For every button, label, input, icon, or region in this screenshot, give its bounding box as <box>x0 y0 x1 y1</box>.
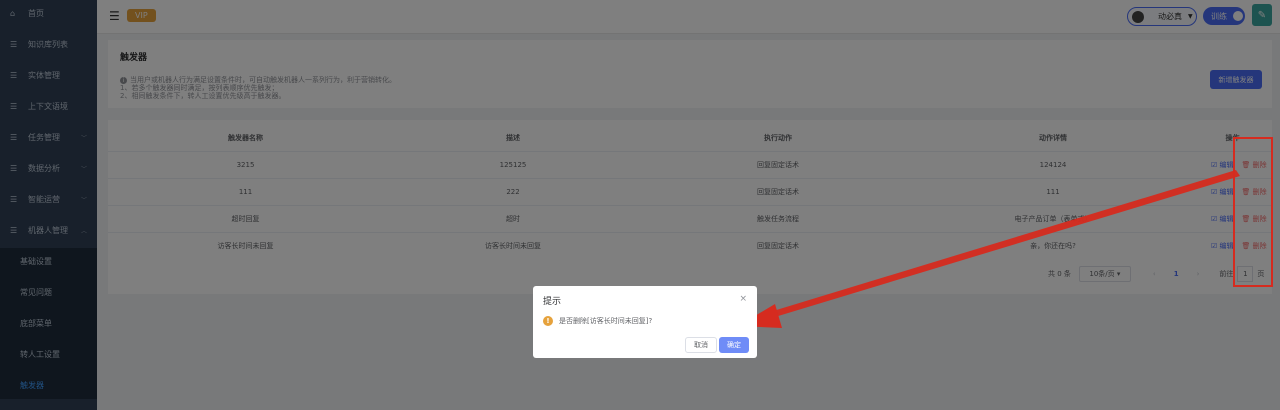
close-icon[interactable]: × <box>739 294 747 304</box>
confirm-dialog: 提示 × ! 是否删除[访客长时间未回复]? 取消 确定 <box>533 286 757 358</box>
dialog-message: 是否删除[访客长时间未回复]? <box>559 317 653 325</box>
warning-icon: ! <box>543 316 553 326</box>
annotation-arrow-shaft <box>760 170 1240 320</box>
dialog-title: 提示 <box>543 297 562 307</box>
cancel-button[interactable]: 取消 <box>685 337 717 353</box>
confirm-button[interactable]: 确定 <box>719 337 749 353</box>
dialog-body: ! 是否删除[访客长时间未回复]? <box>543 316 652 326</box>
